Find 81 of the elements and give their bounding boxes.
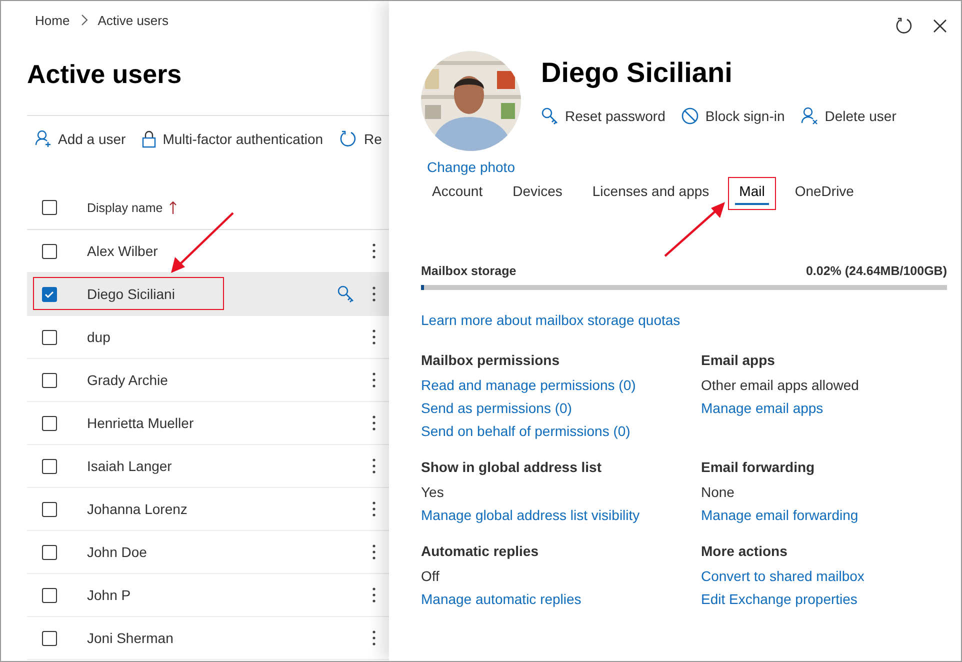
user-name[interactable]: Grady Archie (87, 372, 371, 388)
breadcrumb-link[interactable]: Home (35, 12, 70, 28)
column-header[interactable]: Display name (87, 200, 163, 214)
user-name[interactable]: Henrietta Mueller (87, 415, 371, 431)
user-name[interactable]: John P (87, 587, 371, 603)
settings-link[interactable]: Manage global address list visibility (421, 507, 640, 523)
section-heading: Mailbox permissions (421, 352, 560, 368)
row-checkbox[interactable] (42, 544, 57, 560)
storage-reading: 0.02% (24.64MB/100GB) (806, 264, 947, 278)
user-name[interactable]: Diego Siciliani (87, 286, 337, 302)
settings-link[interactable]: Convert to shared mailbox (701, 568, 864, 584)
setting-value: Yes (421, 484, 444, 500)
settings-link[interactable]: Manage email forwarding (701, 507, 858, 523)
selected-row[interactable]: Diego Siciliani (27, 273, 389, 316)
page-title: Active users (27, 59, 183, 91)
settings-link[interactable]: Read and manage permissions (0) (421, 377, 636, 393)
more-options-icon (371, 543, 377, 561)
user-name[interactable]: Johanna Lorenz (87, 501, 371, 517)
tab[interactable]: Devices (502, 177, 574, 210)
key-icon (337, 285, 355, 303)
toolbar-button[interactable]: Re (339, 130, 382, 148)
row-checkbox[interactable] (42, 372, 57, 388)
section-heading: Email forwarding (701, 459, 815, 475)
row-checkbox[interactable] (42, 588, 57, 602)
block-icon (681, 107, 700, 125)
row-checkbox[interactable] (42, 630, 57, 646)
row-checkbox[interactable] (42, 244, 57, 258)
user-name[interactable]: dup (87, 329, 371, 345)
section-heading: More actions (701, 543, 788, 559)
toolbar-button[interactable]: Add a user (35, 130, 126, 148)
quota-link[interactable]: Learn more about mailbox storage quotas (421, 312, 947, 328)
action-button[interactable]: Reset password (541, 107, 666, 125)
row-checkbox[interactable] (42, 502, 57, 516)
delete-user-icon (800, 107, 819, 125)
user-name[interactable]: John Doe (87, 544, 371, 560)
section-heading: Show in global address list (421, 459, 602, 475)
more-options-icon (371, 457, 377, 475)
setting-value: None (701, 484, 734, 500)
lock-icon (142, 130, 156, 148)
user-name[interactable]: Alex Wilber (87, 243, 371, 259)
action-button[interactable]: Block sign-in (681, 107, 785, 125)
close-icon[interactable] (933, 19, 947, 33)
row-checkbox[interactable] (42, 330, 57, 344)
annotation-arrow (663, 200, 728, 258)
select-all-checkbox[interactable] (42, 200, 57, 215)
row-checkbox[interactable] (42, 416, 57, 430)
setting-value: Off (421, 568, 440, 584)
section-heading: Automatic replies (421, 543, 538, 559)
row-checkbox[interactable] (42, 286, 57, 302)
row-checkbox[interactable] (42, 458, 57, 474)
more-options-icon (371, 500, 377, 518)
user-display-name: Diego Siciliani (541, 57, 734, 90)
settings-link[interactable]: Manage automatic replies (421, 591, 582, 607)
breadcrumb-link[interactable]: Active users (98, 12, 168, 28)
refresh-icon (339, 130, 358, 148)
settings-link[interactable]: Edit Exchange properties (701, 591, 858, 607)
user-name[interactable]: Isaiah Langer (87, 458, 371, 474)
more-options-icon (371, 371, 377, 389)
toolbar-button[interactable]: Multi-factor authentication (142, 130, 324, 148)
more-options-icon (371, 629, 377, 647)
settings-link[interactable]: Send as permissions (0) (421, 400, 572, 416)
more-options-icon (371, 328, 377, 346)
key-icon (541, 107, 559, 125)
more-options-icon (371, 285, 377, 303)
change-photo-link[interactable]: Change photo (427, 159, 515, 175)
settings-link[interactable]: Send on behalf of permissions (0) (421, 423, 630, 439)
action-button[interactable]: Delete user (800, 107, 896, 125)
more-options-icon (371, 242, 377, 260)
tab[interactable]: OneDrive (784, 177, 865, 210)
chevron-icon (80, 14, 88, 26)
settings-link[interactable]: Manage email apps (701, 400, 824, 416)
add-user-icon (35, 130, 51, 148)
section-heading: Email apps (701, 352, 775, 368)
refresh-icon[interactable] (895, 17, 913, 35)
more-options-icon (371, 414, 377, 432)
tab[interactable]: Licenses and apps (581, 177, 720, 210)
storage-label: Mailbox storage (421, 264, 516, 278)
tab[interactable]: Account (421, 177, 494, 210)
more-options-icon (371, 586, 377, 604)
user-name[interactable]: Joni Sherman (87, 630, 371, 646)
setting-value: Other email apps allowed (701, 377, 859, 393)
